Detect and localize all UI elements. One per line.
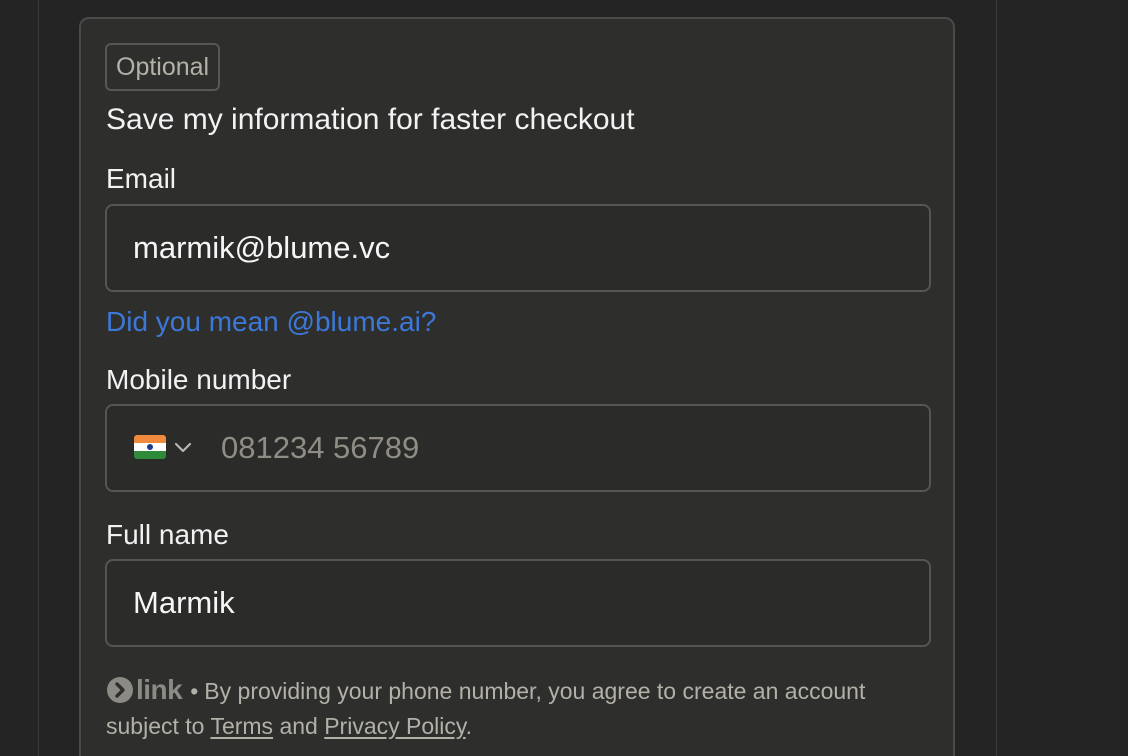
separator-dot: • — [190, 678, 199, 704]
save-info-heading: Save my information for faster checkout — [106, 103, 635, 136]
mobile-input[interactable]: 081234 56789 — [221, 406, 419, 490]
full-name-field[interactable]: Marmik — [105, 559, 931, 647]
terms-link[interactable]: Terms — [210, 713, 273, 739]
email-label: Email — [106, 163, 177, 194]
period-text: . — [465, 713, 473, 739]
full-name-label: Full name — [106, 519, 229, 550]
left-divider — [38, 0, 39, 756]
link-disclaimer: link • By providing your phone number, you… — [106, 672, 896, 744]
mobile-label: Mobile number — [106, 364, 292, 395]
country-selector[interactable] — [107, 406, 207, 490]
and-text: and — [279, 713, 318, 739]
india-flag-icon — [134, 435, 166, 459]
optional-badge: Optional — [105, 43, 221, 91]
privacy-policy-link[interactable]: Privacy Policy — [324, 713, 465, 739]
full-name-value[interactable]: Marmik — [133, 561, 235, 645]
link-brand: link — [136, 674, 183, 705]
link-logo-icon — [107, 677, 133, 703]
email-value[interactable]: marmik@blume.vc — [133, 206, 390, 290]
chevron-down-icon — [174, 442, 192, 453]
email-suggestion-link[interactable]: Did you mean @blume.ai? — [106, 304, 436, 340]
checkout-page: Optional Save my information for faster … — [0, 0, 1128, 756]
email-field[interactable]: marmik@blume.vc — [105, 204, 931, 292]
right-divider — [996, 0, 997, 756]
mobile-field: 081234 56789 — [105, 404, 931, 492]
